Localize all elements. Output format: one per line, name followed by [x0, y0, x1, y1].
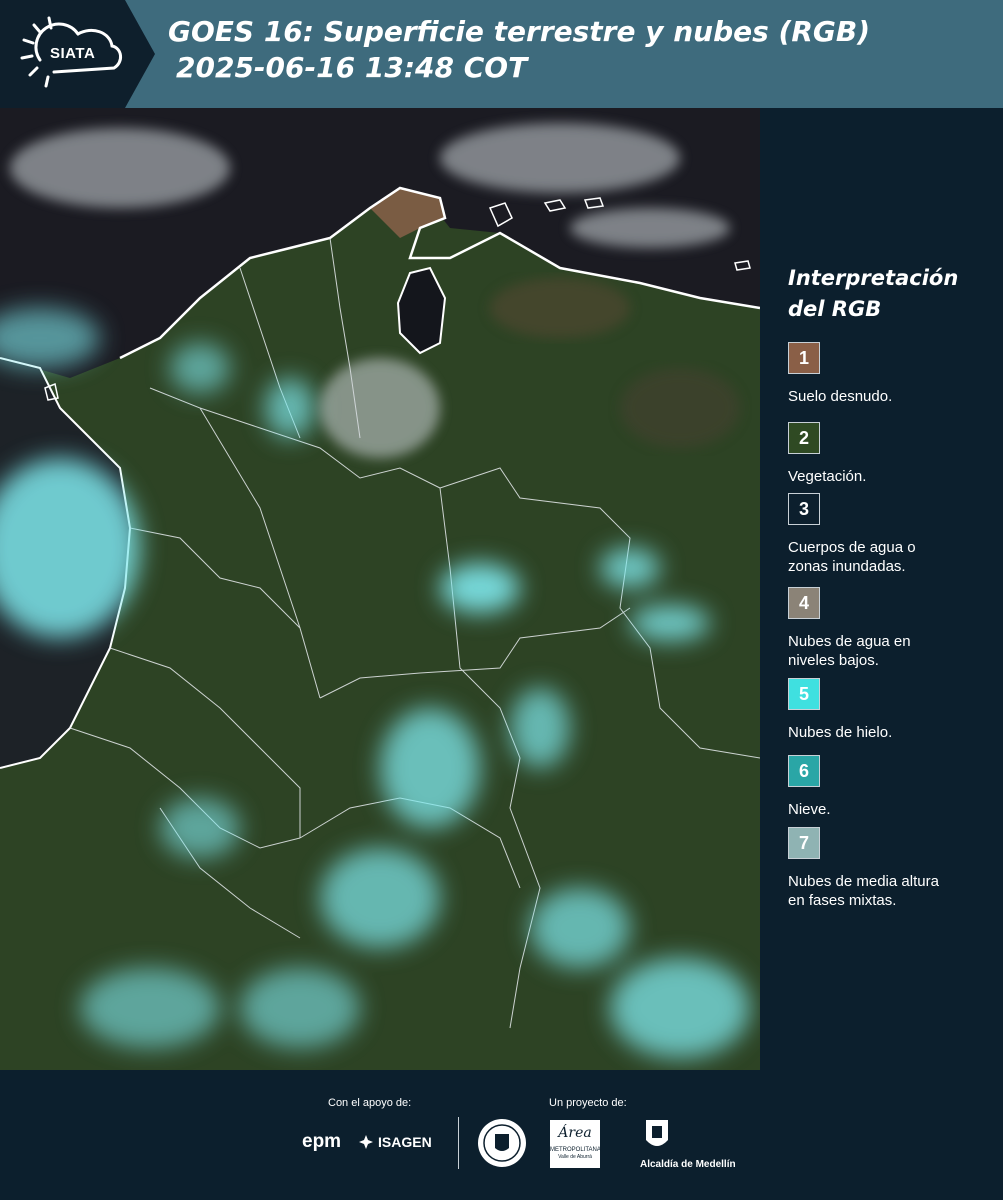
legend-label-line-2: en fases mixtas. [788, 892, 897, 909]
legend-swatch: 3 [788, 493, 820, 525]
legend-panel: Interpretación del RGB 1 Suelo desnudo. 2 V… [760, 108, 1003, 1070]
legend-swatch: 2 [788, 422, 820, 454]
legend-swatch: 4 [788, 587, 820, 619]
legend-label: Nieve. [788, 800, 988, 819]
legend-label-line-1: Nubes de hielo. [788, 724, 893, 741]
legend-swatch: 1 [788, 342, 820, 374]
project-label: Un proyecto de: [549, 1097, 627, 1109]
legend-item: 3 Cuerpos de agua o zonas inundadas. [788, 493, 988, 576]
area-logo-word: Área [558, 1125, 592, 1141]
legend-label: Cuerpos de agua o zonas inundadas. [788, 538, 988, 576]
legend-label-line-2: niveles bajos. [788, 652, 879, 669]
legend-swatch: 6 [788, 755, 820, 787]
legend-item: 5 Nubes de hielo. [788, 678, 988, 742]
legend-label-line-1: Nieve. [788, 801, 831, 818]
isagen-logo: ISAGEN [358, 1134, 432, 1150]
legend-label-line-1: Cuerpos de agua o [788, 539, 916, 556]
legend-label: Nubes de agua en niveles bajos. [788, 632, 988, 670]
legend-item: 4 Nubes de agua en niveles bajos. [788, 587, 988, 670]
legend-item: 1 Suelo desnudo. [788, 342, 988, 406]
legend-label-line-2: zonas inundadas. [788, 558, 906, 575]
area-logo-sub: METROPOLITANA [550, 1147, 601, 1153]
legend-label-line-1: Nubes de agua en [788, 633, 911, 650]
epm-logo-text: epm [302, 1131, 342, 1152]
legend-item: 2 Vegetación. [788, 422, 988, 486]
satellite-image [0, 108, 760, 1070]
legend-label: Nubes de hielo. [788, 723, 988, 742]
legend-label-line-1: Suelo desnudo. [788, 388, 893, 405]
footer-divider [458, 1117, 459, 1169]
satellite-map-graphic [0, 108, 760, 1070]
page-title: GOES 16: Superficie terrestre y nubes (R… [168, 14, 870, 86]
area-metropolitana-logo: Área METROPOLITANA Valle de Aburrá [550, 1120, 601, 1168]
legend-swatch: 5 [788, 678, 820, 710]
title-line-2: 2025-06-16 13:48 COT [176, 51, 528, 84]
medellin-seal-icon [478, 1119, 526, 1167]
legend-swatch: 7 [788, 827, 820, 859]
legend-title: Interpretación del RGB [788, 263, 958, 325]
alcaldia-label: Alcaldía de Medellín [640, 1159, 736, 1170]
legend-label: Suelo desnudo. [788, 387, 988, 406]
legend-label-line-1: Nubes de media altura [788, 873, 939, 890]
legend-label: Nubes de media altura en fases mixtas. [788, 872, 988, 910]
siata-logo: SIATA [0, 0, 155, 108]
legend-title-line-2: del RGB [788, 297, 882, 321]
legend-item: 6 Nieve. [788, 755, 988, 819]
legend-label: Vegetación. [788, 467, 988, 486]
isagen-logo-text: ISAGEN [378, 1134, 432, 1150]
isagen-icon [359, 1135, 373, 1149]
legend-item: 7 Nubes de media altura en fases mixtas. [788, 827, 988, 910]
legend-label-line-1: Vegetación. [788, 468, 867, 485]
footer: Con el apoyo de: Un proyecto de: epm ISA… [0, 1070, 1003, 1200]
alcaldia-shield-icon [646, 1120, 668, 1146]
epm-logo: epm [302, 1131, 341, 1153]
header: SIATA GOES 16: Superficie terrestre y nu… [0, 0, 1003, 108]
legend-title-line-1: Interpretación [788, 266, 959, 290]
support-label: Con el apoyo de: [328, 1097, 412, 1109]
logo-text: SIATA [50, 45, 96, 62]
area-logo-sub2: Valle de Aburrá [558, 1154, 592, 1160]
title-line-1: GOES 16: Superficie terrestre y nubes (R… [168, 15, 871, 48]
